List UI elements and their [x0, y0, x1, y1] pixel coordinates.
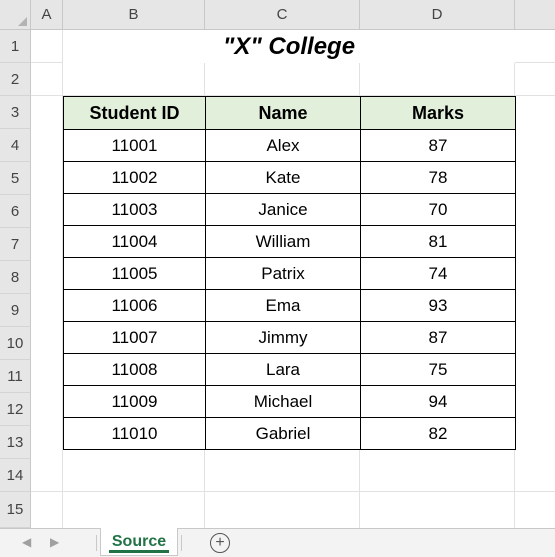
- row-header[interactable]: 3: [0, 96, 31, 129]
- student-marks-table: Student ID Name Marks 11001 Alex 87 1100…: [63, 96, 516, 450]
- row-header[interactable]: 5: [0, 162, 31, 195]
- select-all-corner[interactable]: [0, 0, 31, 30]
- marks-cell[interactable]: 75: [360, 353, 516, 386]
- student-id-cell[interactable]: 11004: [63, 225, 206, 258]
- marks-cell[interactable]: 82: [360, 417, 516, 450]
- tab-source[interactable]: Source: [100, 528, 178, 556]
- row-header[interactable]: 9: [0, 294, 31, 327]
- table-row: 11001 Alex 87: [63, 129, 516, 162]
- column-header-b[interactable]: B: [63, 0, 205, 30]
- row-header[interactable]: 4: [0, 129, 31, 162]
- table-row: 11002 Kate 78: [63, 161, 516, 194]
- table-row: 11003 Janice 70: [63, 193, 516, 226]
- header-marks[interactable]: Marks: [360, 96, 516, 130]
- marks-cell[interactable]: 87: [360, 321, 516, 354]
- student-id-cell[interactable]: 11002: [63, 161, 206, 194]
- name-cell[interactable]: Gabriel: [205, 417, 361, 450]
- marks-cell[interactable]: 78: [360, 161, 516, 194]
- row-header[interactable]: 15: [0, 492, 31, 528]
- row-header[interactable]: 7: [0, 228, 31, 261]
- student-id-cell[interactable]: 11003: [63, 193, 206, 226]
- row-header[interactable]: 11: [0, 360, 31, 393]
- header-name[interactable]: Name: [205, 96, 361, 130]
- row-header[interactable]: 1: [0, 30, 31, 63]
- table-row: 11006 Ema 93: [63, 289, 516, 322]
- name-cell[interactable]: Janice: [205, 193, 361, 226]
- table-header-row: Student ID Name Marks: [63, 96, 516, 130]
- header-student-id[interactable]: Student ID: [63, 96, 206, 130]
- column-header-c[interactable]: C: [205, 0, 360, 30]
- plus-circle-icon[interactable]: +: [210, 533, 230, 553]
- marks-cell[interactable]: 94: [360, 385, 516, 418]
- row-header[interactable]: 6: [0, 195, 31, 228]
- table-row: 11005 Patrix 74: [63, 257, 516, 290]
- name-cell[interactable]: Alex: [205, 129, 361, 162]
- row-header[interactable]: 2: [0, 63, 31, 96]
- student-id-cell[interactable]: 11008: [63, 353, 206, 386]
- row-header[interactable]: 10: [0, 327, 31, 360]
- name-cell[interactable]: William: [205, 225, 361, 258]
- table-row: 11007 Jimmy 87: [63, 321, 516, 354]
- row-header[interactable]: 12: [0, 393, 31, 426]
- marks-cell[interactable]: 93: [360, 289, 516, 322]
- row-header[interactable]: 8: [0, 261, 31, 294]
- sheet-tab-bar: ◀ ▶ Source +: [0, 528, 555, 557]
- name-cell[interactable]: Kate: [205, 161, 361, 194]
- scroll-right-icon[interactable]: ▶: [50, 535, 59, 549]
- student-id-cell[interactable]: 11006: [63, 289, 206, 322]
- student-id-cell[interactable]: 11005: [63, 257, 206, 290]
- spreadsheet-grid[interactable]: A B C D 1 2 3 4 5 6 7 8 9 10 11 12 13 14…: [0, 0, 555, 528]
- row-header[interactable]: 14: [0, 459, 31, 492]
- name-cell[interactable]: Lara: [205, 353, 361, 386]
- table-row: 11008 Lara 75: [63, 353, 516, 386]
- tab-divider: [181, 535, 182, 551]
- scroll-left-icon[interactable]: ◀: [22, 535, 31, 549]
- name-cell[interactable]: Ema: [205, 289, 361, 322]
- marks-cell[interactable]: 87: [360, 129, 516, 162]
- marks-cell[interactable]: 70: [360, 193, 516, 226]
- marks-cell[interactable]: 81: [360, 225, 516, 258]
- column-header-a[interactable]: A: [31, 0, 63, 30]
- name-cell[interactable]: Michael: [205, 385, 361, 418]
- student-id-cell[interactable]: 11010: [63, 417, 206, 450]
- column-header-e[interactable]: [515, 0, 555, 30]
- marks-cell[interactable]: 74: [360, 257, 516, 290]
- student-id-cell[interactable]: 11009: [63, 385, 206, 418]
- student-id-cell[interactable]: 11001: [63, 129, 206, 162]
- column-header-d[interactable]: D: [360, 0, 515, 30]
- table-row: 11010 Gabriel 82: [63, 417, 516, 450]
- row-header[interactable]: 13: [0, 426, 31, 459]
- student-id-cell[interactable]: 11007: [63, 321, 206, 354]
- name-cell[interactable]: Patrix: [205, 257, 361, 290]
- sheet-title-cell[interactable]: "X" College: [63, 30, 515, 63]
- table-row: 11009 Michael 94: [63, 385, 516, 418]
- tab-divider: [96, 535, 97, 551]
- gridline: [31, 491, 555, 492]
- table-row: 11004 William 81: [63, 225, 516, 258]
- name-cell[interactable]: Jimmy: [205, 321, 361, 354]
